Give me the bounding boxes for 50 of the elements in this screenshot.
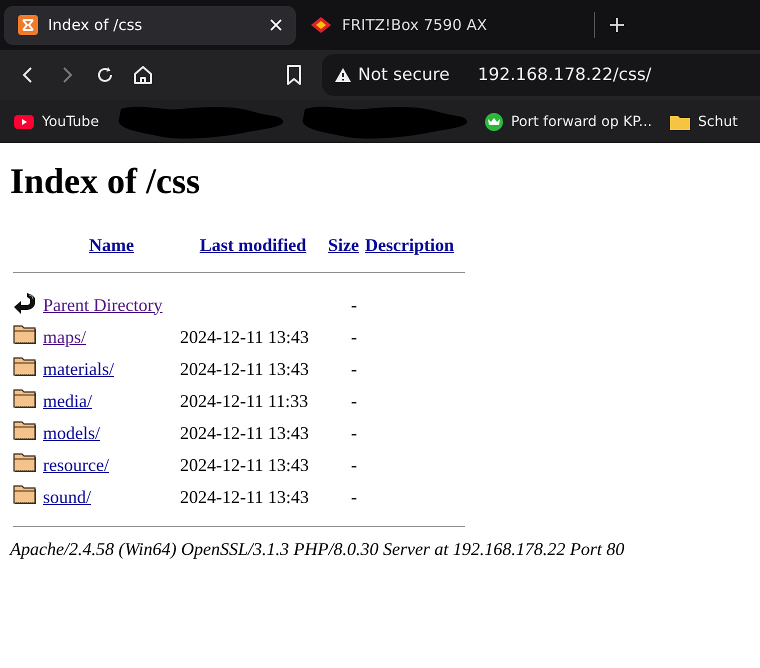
directory-link[interactable]: maps/	[43, 326, 86, 346]
modified-date: 2024-12-11 13:43	[180, 358, 309, 378]
home-icon[interactable]	[132, 64, 154, 86]
folder-icon	[13, 418, 39, 442]
browser-tab[interactable]: FRITZ!Box 7590 AX	[296, 6, 588, 44]
security-label[interactable]: Not secure	[358, 65, 450, 85]
address-bar[interactable]: Not secure 192.168.178.22/css/	[322, 54, 760, 96]
directory-link[interactable]: models/	[43, 422, 100, 442]
column-header[interactable]: Last modified	[200, 235, 306, 255]
bookmark-icon[interactable]	[286, 65, 302, 85]
file-size: -	[351, 358, 357, 378]
bookmark-item[interactable]: Schut	[670, 114, 738, 130]
folder-icon	[13, 354, 39, 378]
folder-icon	[670, 114, 690, 130]
modified-date: 2024-12-11 13:43	[180, 454, 309, 474]
play-icon	[14, 114, 34, 128]
column-header[interactable]: Size	[328, 235, 359, 255]
directory-link[interactable]: media/	[43, 390, 92, 410]
directory-link[interactable]: Parent Directory	[43, 294, 162, 314]
page-heading: Index of /css	[10, 160, 202, 202]
file-size: -	[351, 454, 357, 474]
file-size: -	[351, 422, 357, 442]
modified-date: 2024-12-11 13:43	[180, 326, 309, 346]
site-icon	[18, 15, 38, 35]
bookmark-item[interactable]: Port forward op KP...	[484, 112, 652, 130]
bookmark-item[interactable]: YouTube	[14, 114, 99, 130]
modified-date: 2024-12-11 13:43	[180, 486, 309, 506]
modified-date: 2024-12-11 11:33	[180, 390, 308, 410]
column-header[interactable]: Name	[89, 235, 134, 255]
directory-link[interactable]: sound/	[43, 486, 92, 506]
warning-icon	[334, 67, 352, 83]
close-icon[interactable]	[270, 19, 282, 31]
file-size: -	[351, 486, 357, 506]
file-size: -	[351, 294, 357, 314]
site-icon	[310, 16, 332, 34]
folder-icon	[13, 386, 39, 410]
file-size: -	[351, 326, 357, 346]
server-signature: Apache/2.4.58 (Win64) OpenSSL/3.1.3 PHP/8.0.30 Server at 192.168.178.22 Port 80	[10, 539, 626, 560]
column-header[interactable]: Description	[365, 235, 454, 255]
file-size: -	[351, 390, 357, 410]
browser-tab[interactable]: Index of /css	[4, 6, 296, 44]
url-text[interactable]: 192.168.178.22/css/	[478, 65, 652, 85]
directory-link[interactable]: resource/	[43, 454, 109, 474]
directory-link[interactable]: materials/	[43, 358, 114, 378]
folder-icon	[13, 450, 39, 474]
plus-icon[interactable]	[609, 17, 625, 33]
crown-icon	[484, 112, 503, 130]
folder-icon	[13, 322, 39, 346]
folder-icon	[13, 482, 39, 506]
modified-date: 2024-12-11 13:43	[180, 422, 309, 442]
